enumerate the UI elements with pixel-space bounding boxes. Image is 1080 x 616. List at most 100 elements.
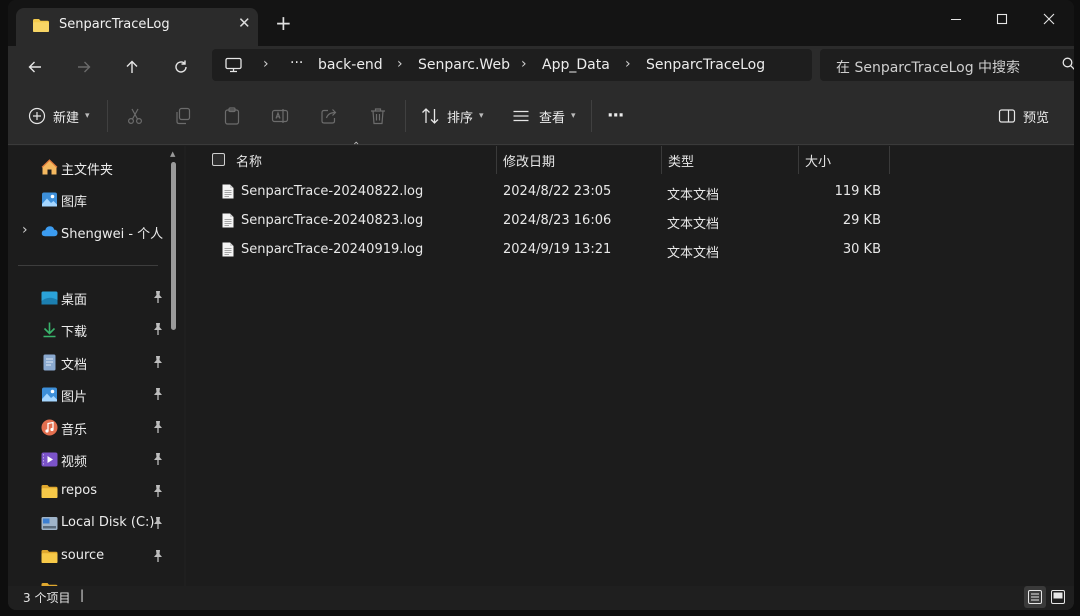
breadcrumb-app-data[interactable]: App_Data (542, 57, 610, 73)
text-file-icon (222, 213, 234, 228)
sidebar-item-partial[interactable] (8, 574, 173, 586)
sidebar-item-gallery[interactable]: 图库 (8, 184, 173, 214)
maximize-button[interactable] (979, 4, 1025, 34)
tab-close-button[interactable]: ✕ (238, 14, 251, 32)
minimize-icon (951, 19, 961, 20)
breadcrumb-senparc-web[interactable]: Senparc.Web (418, 57, 510, 73)
pin-icon[interactable] (152, 322, 164, 336)
file-name: SenparcTrace-20240823.log (241, 213, 424, 228)
sidebar-item-downloads[interactable]: 下载 (8, 314, 173, 344)
pin-icon[interactable] (152, 452, 164, 466)
file-row[interactable]: SenparcTrace-20240919.log 2024/9/19 13:2… (186, 235, 1074, 264)
file-type: 文本文档 (667, 217, 720, 232)
column-divider[interactable] (889, 146, 890, 174)
sidebar-divider (18, 265, 158, 266)
sidebar-item-label: 主文件夹 (61, 163, 114, 178)
share-button[interactable] (320, 102, 338, 130)
paste-icon (224, 107, 240, 125)
address-bar-row: › ··· back-end › Senparc.Web › App_Data … (8, 46, 1074, 88)
new-button[interactable]: 新建 ▾ (28, 102, 90, 130)
expand-chevron-icon[interactable]: › (22, 222, 28, 238)
sort-button[interactable]: 排序 ▾ (421, 102, 484, 130)
download-icon (43, 322, 56, 338)
chevron-down-icon: ▾ (571, 111, 576, 121)
breadcrumb-overflow[interactable]: ··· (290, 55, 303, 71)
details-view-button[interactable] (1024, 586, 1046, 608)
arrow-up-icon (126, 60, 138, 73)
preview-pane-button[interactable]: 预览 (998, 102, 1049, 130)
scroll-up-icon[interactable]: ▲ (170, 150, 175, 158)
file-name: SenparcTrace-20240822.log (241, 184, 424, 199)
new-tab-button[interactable]: + (275, 11, 292, 35)
sidebar-item-repos[interactable]: repos (8, 476, 173, 506)
file-list: ⌃ 名称 修改日期 类型 大小 SenparcTrace-20240822.lo… (186, 141, 1074, 586)
up-button[interactable] (119, 55, 145, 79)
breadcrumb[interactable]: › ··· back-end › Senparc.Web › App_Data … (212, 49, 812, 81)
sidebar-item-videos[interactable]: 视频 (8, 444, 173, 474)
tab-title: SenparcTraceLog (59, 17, 170, 32)
pin-icon[interactable] (152, 549, 164, 563)
close-button[interactable] (1026, 4, 1072, 34)
file-modified: 2024/9/19 13:21 (503, 242, 612, 257)
column-modified-label: 修改日期 (503, 155, 556, 170)
pin-icon[interactable] (152, 420, 164, 434)
pin-icon[interactable] (152, 387, 164, 401)
item-count: 3 个项目 (23, 591, 71, 605)
search-input[interactable]: 在 SenparcTraceLog 中搜索 (820, 49, 1074, 81)
minimize-button[interactable] (933, 4, 979, 34)
column-header-type[interactable]: 类型 (662, 146, 798, 174)
pin-icon[interactable] (152, 355, 164, 369)
pin-icon[interactable] (152, 484, 164, 498)
file-size: 30 KB (842, 242, 881, 257)
delete-button[interactable] (369, 102, 387, 130)
folder-icon (41, 485, 58, 498)
file-row[interactable]: SenparcTrace-20240823.log 2024/8/23 16:0… (186, 206, 1074, 235)
copy-button[interactable] (174, 102, 192, 130)
breadcrumb-separator: › (625, 56, 631, 72)
pin-icon[interactable] (152, 290, 164, 304)
cut-icon (127, 108, 143, 125)
arrow-left-icon (28, 61, 41, 73)
file-type: 文本文档 (667, 246, 720, 261)
rename-button[interactable] (271, 102, 289, 130)
status-cursor: | (80, 588, 85, 602)
sidebar-scrollbar[interactable] (171, 162, 176, 330)
sidebar-item-onedrive[interactable]: › Shengwei - 个人 (8, 216, 173, 246)
cut-button[interactable] (126, 102, 144, 130)
share-icon (321, 109, 337, 124)
tiles-view-button[interactable] (1047, 586, 1069, 608)
paste-button[interactable] (223, 102, 241, 130)
arrow-right-icon (78, 61, 91, 73)
refresh-icon (175, 60, 187, 73)
sidebar-item-pictures[interactable]: 图片 (8, 379, 173, 409)
refresh-button[interactable] (168, 55, 194, 79)
sidebar-item-label: 视频 (61, 455, 88, 470)
file-modified: 2024/8/22 23:05 (503, 184, 612, 199)
sidebar-item-label: 图库 (61, 195, 88, 210)
breadcrumb-back-end[interactable]: back-end (318, 57, 383, 73)
sort-icon (422, 108, 439, 124)
tiles-view-icon (1051, 590, 1065, 604)
breadcrumb-separator: › (263, 56, 269, 72)
pin-icon[interactable] (152, 516, 164, 530)
select-all-checkbox[interactable] (212, 153, 225, 166)
forward-button[interactable] (71, 55, 97, 79)
copy-icon (176, 107, 191, 125)
music-icon (41, 419, 58, 436)
column-header-name[interactable]: 名称 (230, 146, 496, 174)
file-row[interactable]: SenparcTrace-20240822.log 2024/8/22 23:0… (186, 177, 1074, 206)
breadcrumb-senparctracelog[interactable]: SenparcTraceLog (646, 57, 765, 73)
column-header-size[interactable]: 大小 (799, 146, 889, 174)
column-header-modified[interactable]: 修改日期 (497, 146, 661, 174)
tab-senparctracelog[interactable]: SenparcTraceLog ✕ (16, 8, 258, 46)
sidebar-item-source[interactable]: source (8, 541, 173, 571)
sidebar-item-music[interactable]: 音乐 (8, 412, 173, 442)
back-button[interactable] (22, 55, 48, 79)
sidebar-item-local-disk[interactable]: Local Disk (C:) (8, 508, 173, 538)
sidebar-item-home[interactable]: 主文件夹 (8, 152, 173, 182)
more-options-button[interactable]: ··· (607, 102, 624, 130)
sidebar-item-documents[interactable]: 文档 (8, 347, 173, 377)
trash-icon (371, 108, 385, 125)
view-button[interactable]: 查看 ▾ (512, 102, 576, 130)
sidebar-item-desktop[interactable]: 桌面 (8, 282, 173, 312)
